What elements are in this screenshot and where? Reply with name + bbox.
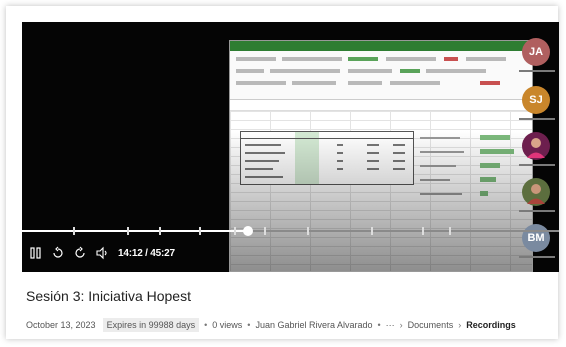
chevron-right-icon: ›	[458, 320, 462, 330]
rewind-button[interactable]	[50, 245, 66, 261]
volume-icon	[96, 246, 107, 260]
participant-name	[519, 164, 555, 166]
separator-dot: •	[377, 320, 381, 330]
player-controls: 14:12 / 45:27	[28, 244, 175, 262]
chapter-marker	[73, 227, 75, 235]
more-options-button[interactable]: ···	[386, 320, 395, 330]
excel-title-bar	[230, 41, 532, 51]
chapter-marker	[371, 227, 374, 235]
upload-date: October 13, 2023	[26, 320, 96, 330]
view-count: 0 views	[212, 320, 243, 330]
formula-bar	[230, 100, 532, 111]
chapter-marker	[158, 227, 161, 235]
seek-handle[interactable]	[242, 226, 253, 236]
video-title: Sesión 3: Iniciativa Hopest	[26, 288, 191, 304]
expiration-badge: Expires in 99988 days	[102, 318, 200, 332]
time-display: 14:12 / 45:27	[118, 247, 175, 259]
pause-icon	[30, 247, 41, 259]
forward-button[interactable]	[72, 245, 88, 261]
participant-video	[522, 178, 550, 206]
chapter-marker	[199, 227, 202, 235]
participant-avatar: BM	[522, 224, 550, 252]
chevron-right-icon: ›	[399, 320, 403, 330]
owner-name[interactable]: Juan Gabriel Rivera Alvarado	[255, 320, 372, 330]
person-photo-icon	[522, 132, 550, 160]
participant-name	[519, 210, 555, 212]
chapter-marker	[306, 227, 309, 235]
chapter-marker	[126, 227, 129, 235]
separator-dot: •	[247, 320, 251, 330]
chapter-marker	[263, 227, 266, 235]
pause-button[interactable]	[28, 245, 44, 261]
participant-video	[522, 132, 550, 160]
chapter-marker	[422, 227, 425, 235]
video-metadata: October 13, 2023 Expires in 99988 days •…	[26, 318, 516, 332]
breadcrumb-documents[interactable]: Documents	[408, 320, 454, 330]
chapter-marker	[448, 227, 451, 235]
participant-name	[519, 256, 555, 258]
participant-name	[519, 70, 555, 72]
participant-avatar: SJ	[522, 86, 550, 114]
person-photo-icon	[522, 178, 550, 206]
seek-bar[interactable]	[22, 226, 559, 236]
breadcrumb-recordings[interactable]: Recordings	[466, 320, 516, 330]
rewind-10-icon	[53, 246, 63, 258]
participant-name	[519, 118, 555, 120]
forward-10-icon	[75, 246, 85, 258]
separator-dot: •	[204, 320, 208, 330]
video-player[interactable]: JA SJ BM 14:12 / 45:27	[22, 22, 559, 272]
participants-panel: JA SJ BM	[519, 22, 559, 272]
volume-button[interactable]	[94, 245, 110, 261]
seek-bar-played	[22, 230, 248, 232]
shared-screen-shadow	[230, 131, 532, 271]
shared-screen-spreadsheet	[229, 40, 533, 272]
participant-avatar: JA	[522, 38, 550, 66]
excel-ribbon	[230, 51, 532, 100]
chapter-marker	[234, 227, 237, 235]
